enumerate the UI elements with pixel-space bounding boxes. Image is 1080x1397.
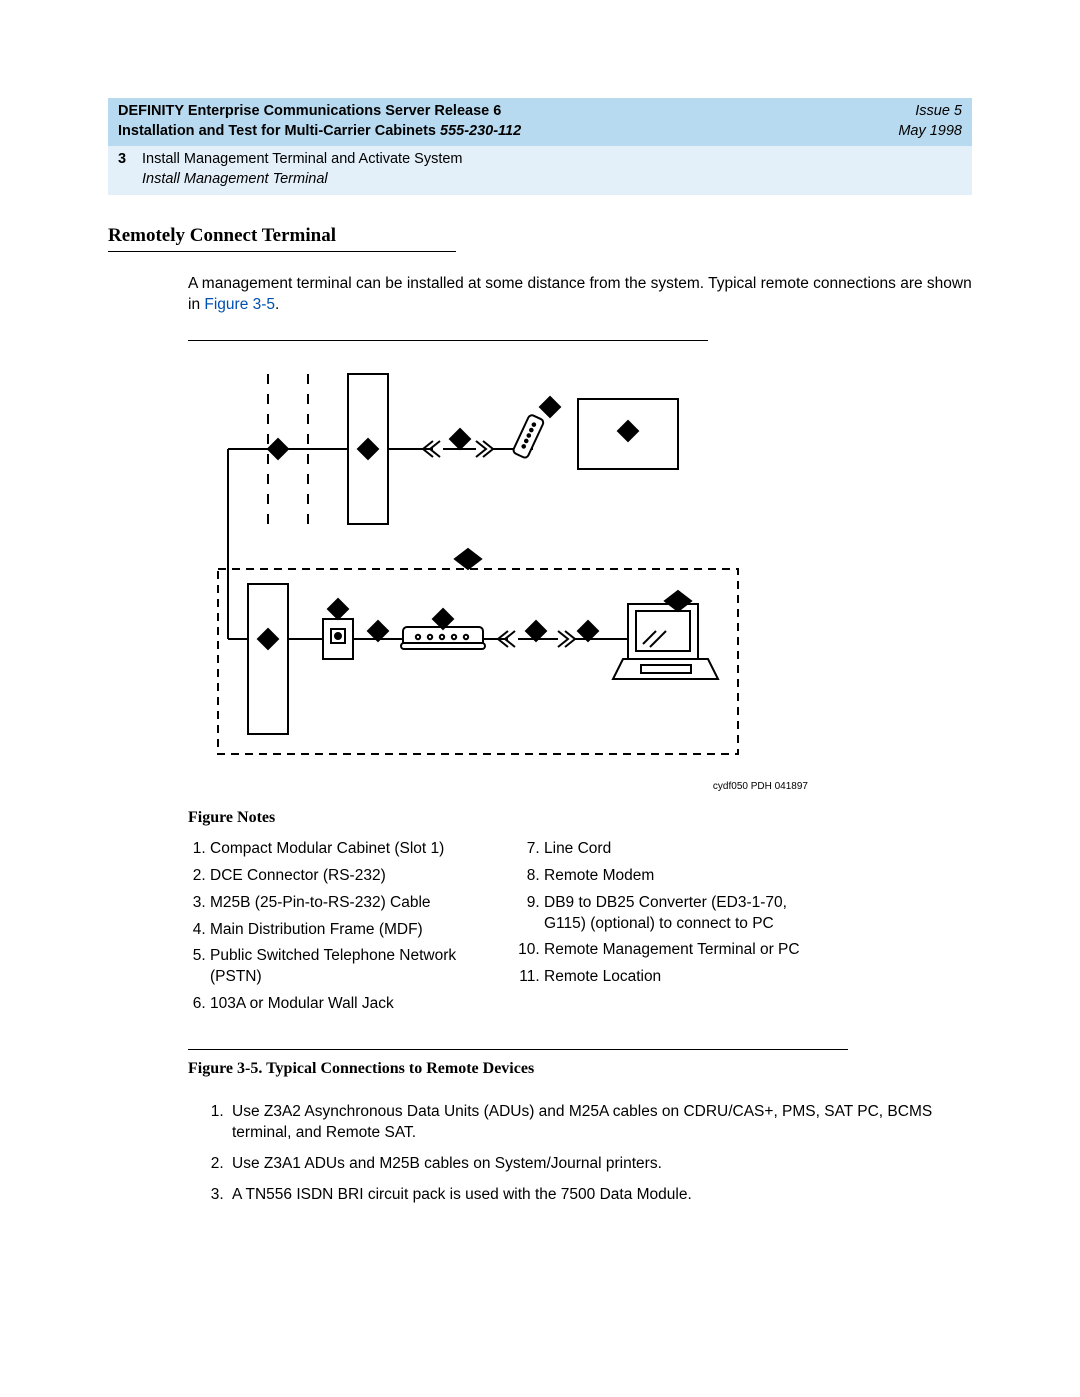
callout-2-icon: 2	[540, 397, 560, 417]
callout-3-icon: 3	[450, 429, 470, 449]
svg-text:4: 4	[365, 444, 371, 455]
fn-item: DCE Connector (RS-232)	[210, 866, 488, 887]
svg-text:2: 2	[547, 402, 553, 413]
section-heading: Remotely Connect Terminal	[108, 223, 456, 252]
figure-notes-list: Compact Modular Cabinet (Slot 1) DCE Con…	[188, 839, 972, 1021]
doc-subtitle: Installation and Test for Multi-Carrier …	[118, 122, 521, 142]
doc-header: DEFINITY Enterprise Communications Serve…	[108, 98, 972, 146]
fn-item: Public Switched Telephone Network (PSTN)	[210, 946, 488, 988]
svg-text:9: 9	[533, 626, 539, 637]
fn-item: Remote Modem	[544, 866, 816, 887]
callout-5-icon: 5	[268, 439, 288, 459]
svg-text:3: 3	[585, 626, 591, 637]
doc-issue: Issue 5	[915, 102, 962, 122]
fn-item: 103A or Modular Wall Jack	[210, 994, 488, 1015]
svg-text:11: 11	[463, 554, 474, 565]
chapter-number: 3	[118, 150, 132, 189]
figure-link[interactable]: Figure 3-5	[204, 296, 275, 313]
fn-item: Remote Management Terminal or PC	[544, 940, 816, 961]
doc-title: DEFINITY Enterprise Communications Serve…	[118, 102, 501, 122]
svg-text:1: 1	[625, 426, 631, 437]
svg-text:6: 6	[335, 604, 341, 615]
figure-caption-rule	[188, 1049, 848, 1050]
svg-text:5: 5	[275, 444, 281, 455]
svg-text:8: 8	[440, 614, 446, 625]
doc-date: May 1998	[898, 122, 962, 142]
svg-text:3: 3	[457, 434, 463, 445]
typical-item: Use Z3A2 Asynchronous Data Units (ADUs) …	[228, 1102, 972, 1144]
figure-caption: Figure 3-5. Typical Connections to Remot…	[188, 1058, 972, 1080]
intro-paragraph: A management terminal can be installed a…	[188, 274, 972, 316]
callout-11-icon: 11	[455, 549, 481, 569]
fn-item: Line Cord	[544, 839, 816, 860]
chapter-subtitle: Install Management Terminal	[142, 170, 463, 190]
figure-notes-heading: Figure Notes	[188, 807, 972, 829]
callout-6-icon: 6	[328, 599, 348, 619]
figure-rule	[188, 340, 708, 341]
fn-item: DB9 to DB25 Converter (ED3-1-70, G115) (…	[544, 893, 816, 935]
fn-item: Compact Modular Cabinet (Slot 1)	[210, 839, 488, 860]
fn-item: Main Distribution Frame (MDF)	[210, 920, 488, 941]
figure-credit: cydf050 PDH 041897	[208, 780, 808, 794]
typical-item: A TN556 ISDN BRI circuit pack is used wi…	[228, 1185, 972, 1206]
svg-text:10: 10	[672, 596, 684, 607]
typical-connections-list: Use Z3A2 Asynchronous Data Units (ADUs) …	[228, 1102, 972, 1206]
svg-text:4: 4	[265, 634, 271, 645]
chapter-title: Install Management Terminal and Activate…	[142, 151, 463, 167]
fn-item: M25B (25-Pin-to-RS-232) Cable	[210, 893, 488, 914]
breadcrumb: 3 Install Management Terminal and Activa…	[108, 146, 972, 195]
typical-item: Use Z3A1 ADUs and M25B cables on System/…	[228, 1154, 972, 1175]
svg-text:7: 7	[375, 626, 381, 637]
figure-diagram: 5 4 3 2 1 11	[208, 359, 972, 776]
fn-item: Remote Location	[544, 967, 816, 988]
